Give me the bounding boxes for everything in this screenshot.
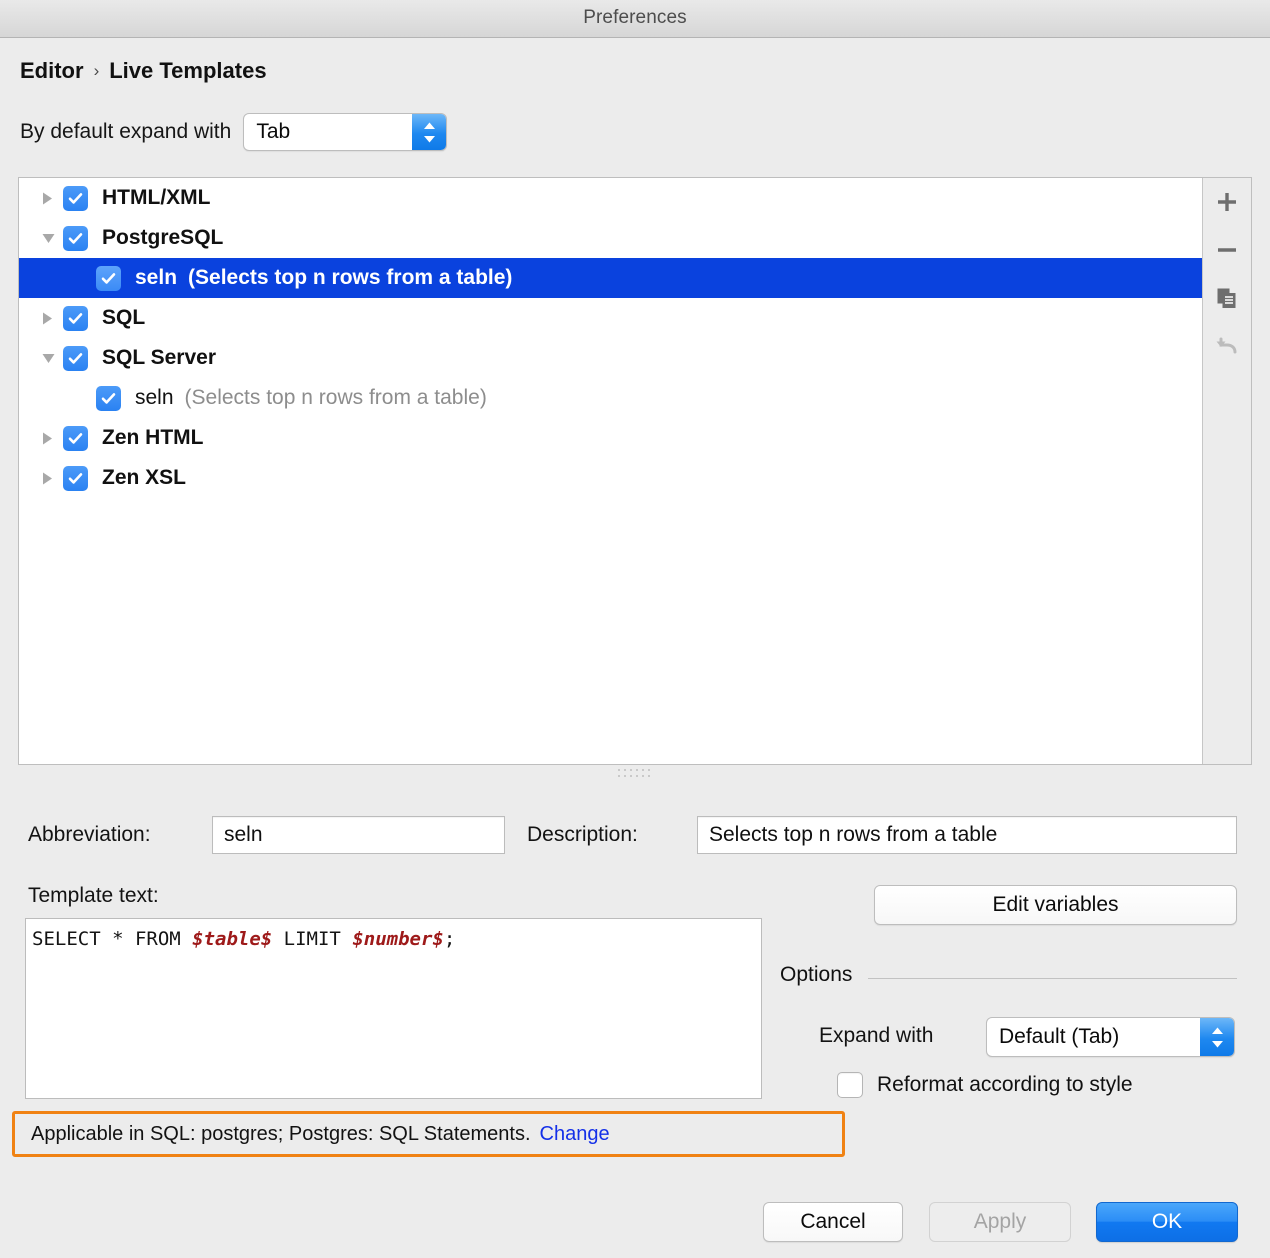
tree-row[interactable]: Zen XSL	[19, 458, 1204, 498]
tree-row-description: (Selects top n rows from a table)	[188, 266, 512, 290]
tree-row[interactable]: HTML/XML	[19, 178, 1204, 218]
reformat-option-row[interactable]: Reformat according to style	[837, 1072, 1133, 1098]
expand-with-value: Default (Tab)	[987, 1025, 1163, 1049]
template-text-suffix: ;	[444, 928, 455, 950]
apply-button[interactable]: Apply	[929, 1202, 1071, 1242]
abbreviation-label: Abbreviation:	[28, 823, 151, 847]
default-expand-label: By default expand with	[20, 120, 231, 144]
preferences-dialog: Preferences Editor › Live Templates By d…	[0, 0, 1270, 1258]
templates-tree-toolbar	[1202, 178, 1251, 764]
disclosure-triangle-collapsed-icon[interactable]	[41, 311, 63, 326]
abbreviation-value: seln	[224, 823, 263, 847]
disclosure-triangle-expanded-icon[interactable]	[41, 352, 63, 365]
template-variable-number: $number$	[352, 928, 444, 950]
applicable-context-box: Applicable in SQL: postgres; Postgres: S…	[12, 1111, 845, 1157]
tree-row[interactable]: seln (Selects top n rows from a table)	[19, 258, 1204, 298]
tree-row-checkbox[interactable]	[96, 266, 121, 291]
disclosure-triangle-collapsed-icon[interactable]	[41, 471, 63, 486]
options-group: Options	[780, 963, 1237, 993]
plus-icon[interactable]	[1203, 178, 1251, 226]
applicable-context-text: Applicable in SQL: postgres; Postgres: S…	[31, 1123, 531, 1146]
edit-variables-button[interactable]: Edit variables	[874, 885, 1237, 925]
reformat-checkbox[interactable]	[837, 1072, 863, 1098]
tree-row-checkbox[interactable]	[96, 386, 121, 411]
tree-row-checkbox[interactable]	[63, 306, 88, 331]
tree-row[interactable]: SQL	[19, 298, 1204, 338]
description-input[interactable]: Selects top n rows from a table	[697, 816, 1237, 854]
template-variable-table: $table$	[192, 928, 272, 950]
tree-row-label: SQL	[102, 306, 145, 330]
window-titlebar: Preferences	[0, 0, 1270, 38]
tree-row-description: (Selects top n rows from a table)	[185, 386, 487, 410]
description-label: Description:	[527, 823, 638, 847]
abbreviation-input[interactable]: seln	[212, 816, 505, 854]
revert-icon	[1203, 322, 1251, 370]
options-group-label: Options	[780, 963, 852, 987]
tree-row-checkbox[interactable]	[63, 346, 88, 371]
reformat-label: Reformat according to style	[877, 1073, 1133, 1097]
expand-with-select[interactable]: Default (Tab)	[986, 1017, 1235, 1057]
tree-row-label: seln	[135, 266, 177, 290]
breadcrumb: Editor › Live Templates	[20, 58, 267, 84]
disclosure-triangle-expanded-icon[interactable]	[41, 232, 63, 245]
tree-row-checkbox[interactable]	[63, 466, 88, 491]
duplicate-icon[interactable]	[1203, 274, 1251, 322]
tree-row-label: Zen HTML	[102, 426, 203, 450]
template-text-editor[interactable]: SELECT * FROM $table$ LIMIT $number$;	[25, 918, 762, 1099]
change-context-link[interactable]: Change	[540, 1123, 610, 1146]
window-title: Preferences	[0, 7, 1270, 29]
splitter-grip-icon	[618, 769, 652, 780]
ok-button[interactable]: OK	[1096, 1202, 1238, 1242]
tree-row-label: Zen XSL	[102, 466, 186, 490]
chevron-updown-icon	[412, 114, 446, 150]
cancel-button-label: Cancel	[800, 1210, 865, 1234]
ok-button-label: OK	[1152, 1210, 1182, 1234]
tree-row-label: SQL Server	[102, 346, 216, 370]
template-text-middle: LIMIT	[272, 928, 352, 950]
templates-tree[interactable]: HTML/XML PostgreSQL seln (Selects top n row…	[19, 178, 1204, 764]
default-expand-select[interactable]: Tab	[243, 113, 447, 151]
tree-row-checkbox[interactable]	[63, 426, 88, 451]
description-value: Selects top n rows from a table	[709, 823, 997, 847]
tree-row[interactable]: Zen HTML	[19, 418, 1204, 458]
tree-row[interactable]: seln (Selects top n rows from a table)	[19, 378, 1204, 418]
apply-button-label: Apply	[974, 1210, 1027, 1234]
tree-row[interactable]: PostgreSQL	[19, 218, 1204, 258]
tree-row-checkbox[interactable]	[63, 186, 88, 211]
default-expand-row: By default expand with Tab	[20, 113, 447, 151]
tree-row-label: seln	[135, 386, 174, 410]
tree-row[interactable]: SQL Server	[19, 338, 1204, 378]
cancel-button[interactable]: Cancel	[763, 1202, 903, 1242]
edit-variables-label: Edit variables	[992, 893, 1118, 917]
options-group-divider	[868, 978, 1237, 979]
chevron-updown-icon	[1200, 1018, 1234, 1056]
disclosure-triangle-collapsed-icon[interactable]	[41, 191, 63, 206]
default-expand-value: Tab	[244, 120, 334, 144]
template-text-label: Template text:	[28, 884, 159, 908]
template-text-prefix: SELECT * FROM	[32, 928, 192, 950]
breadcrumb-current: Live Templates	[109, 58, 266, 84]
minus-icon[interactable]	[1203, 226, 1251, 274]
tree-row-label: PostgreSQL	[102, 226, 223, 250]
templates-tree-panel: HTML/XML PostgreSQL seln (Selects top n row…	[18, 177, 1252, 765]
chevron-right-icon: ›	[94, 61, 100, 81]
tree-row-checkbox[interactable]	[63, 226, 88, 251]
expand-with-label: Expand with	[819, 1024, 933, 1048]
panel-splitter[interactable]	[0, 765, 1270, 785]
breadcrumb-root[interactable]: Editor	[20, 58, 84, 84]
disclosure-triangle-collapsed-icon[interactable]	[41, 431, 63, 446]
tree-row-label: HTML/XML	[102, 186, 210, 210]
